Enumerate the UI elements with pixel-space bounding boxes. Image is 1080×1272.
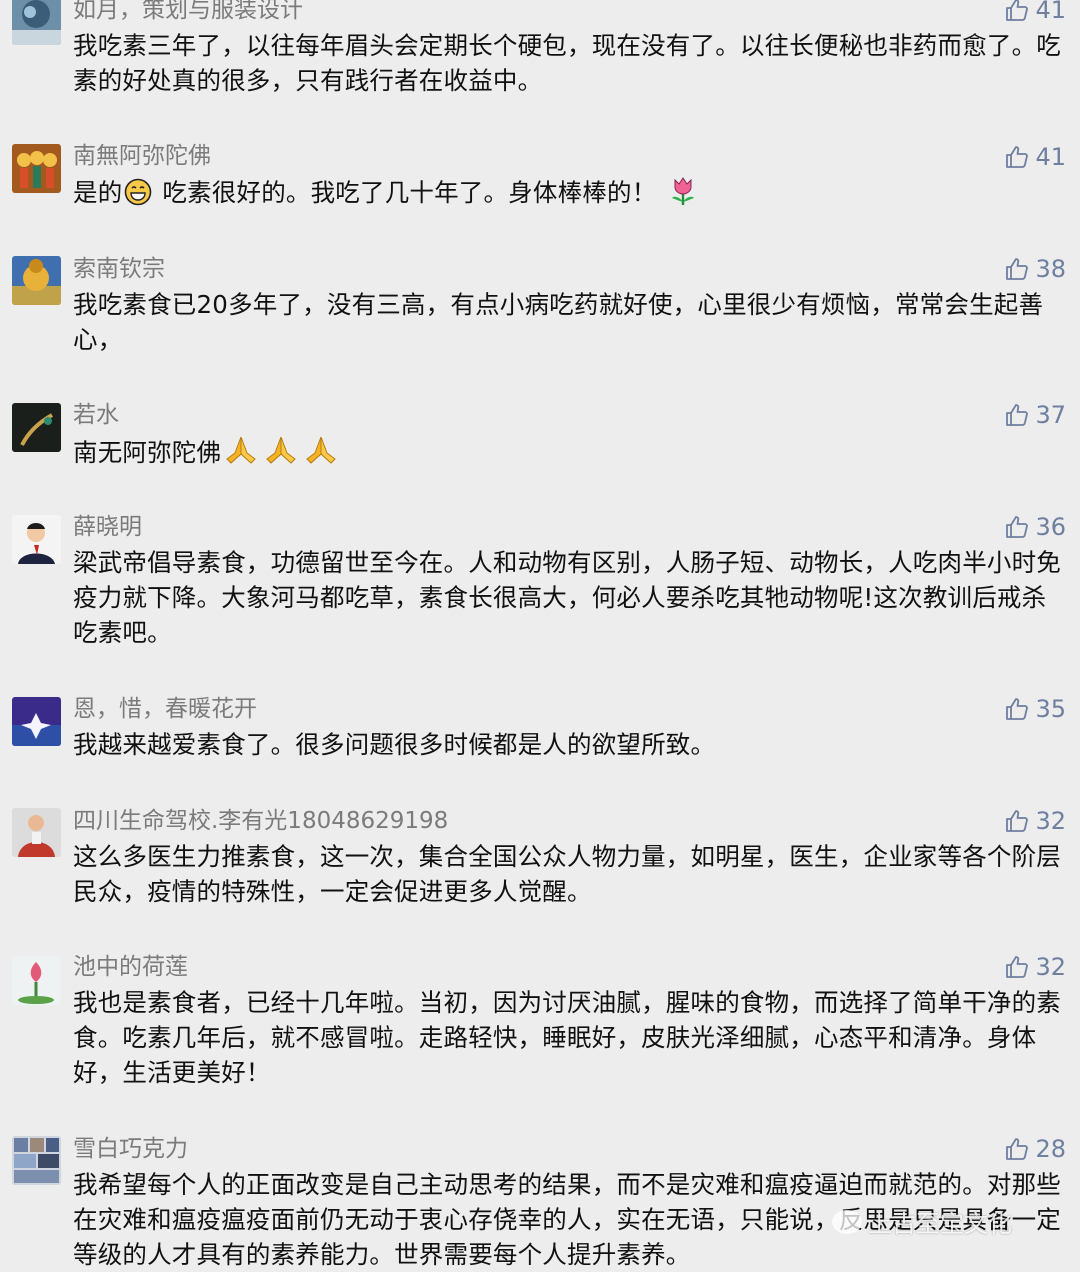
wechat-logo-icon	[832, 1209, 862, 1234]
comment-text-part: 南无阿弥陀佛	[73, 438, 222, 467]
folded-hands-icon	[303, 434, 339, 475]
thumbs-up-icon	[1006, 258, 1029, 280]
comment-text-part: 是的	[73, 178, 123, 207]
like-button[interactable]: 35	[1005, 694, 1066, 724]
thumbs-up-icon	[1006, 516, 1029, 538]
like-count: 32	[1035, 953, 1066, 981]
avatar[interactable]	[12, 1136, 61, 1185]
avatar[interactable]	[12, 808, 61, 857]
comment-text: 南无阿弥陀佛	[73, 434, 1063, 475]
thumbs-up-icon	[1006, 698, 1029, 720]
avatar[interactable]	[12, 0, 61, 45]
like-count: 36	[1035, 513, 1066, 541]
thumbs-up-icon	[1006, 956, 1029, 978]
avatar[interactable]	[12, 697, 61, 746]
like-button[interactable]: 28	[1005, 1134, 1066, 1164]
like-button[interactable]: 38	[1005, 254, 1066, 284]
comment-text: 我也是素食者，已经十几年啦。当初，因为讨厌油腻，腥味的食物，而选择了简单干净的素…	[73, 988, 1061, 1087]
comment-text: 这么多医生力推素食，这一次，集合全国公众人物力量，如明星，医生，企业家等各个阶层…	[73, 842, 1061, 906]
commenter-name[interactable]: 薛晓明	[73, 512, 142, 542]
comment-text: 我吃素食已20多年了，没有三高，有点小病吃药就好使，心里很少有烦恼，常常会生起善…	[73, 290, 1044, 354]
commenter-name[interactable]: 若水	[73, 400, 119, 430]
commenter-name[interactable]: 雪白巧克力	[73, 1134, 188, 1164]
like-button[interactable]: 32	[1005, 806, 1066, 836]
avatar[interactable]	[12, 515, 61, 564]
watermark-text: 上古至宝文化	[868, 1210, 1012, 1238]
avatar[interactable]	[12, 956, 61, 1005]
comment-text: 是的 吃素很好的。我吃了几十年了。身体棒棒的！	[73, 175, 1063, 215]
watermark: 上古至宝文化	[832, 1204, 1012, 1239]
commenter-name[interactable]: 索南钦宗	[73, 254, 165, 284]
tulip-icon	[670, 176, 696, 215]
grinning-face-icon	[124, 178, 152, 215]
thumbs-up-icon	[1006, 404, 1029, 426]
commenter-name[interactable]: 恩，惜，春暖花开	[73, 694, 257, 724]
thumbs-up-icon	[1006, 1138, 1029, 1160]
like-button[interactable]: 36	[1005, 512, 1066, 542]
comment-text-part: 吃素很好的。我吃了几十年了。身体棒棒的！	[154, 178, 657, 207]
like-count: 32	[1035, 807, 1066, 835]
like-button[interactable]: 37	[1005, 400, 1066, 430]
like-count: 41	[1035, 143, 1066, 171]
comment-text: 梁武帝倡导素食，功德留世至今在。人和动物有区别，人肠子短、动物长，人吃肉半小时免…	[73, 548, 1061, 647]
commenter-name[interactable]: 南無阿弥陀佛	[73, 141, 211, 171]
comment-text: 我越来越爱素食了。很多问题很多时候都是人的欲望所致。	[73, 730, 716, 759]
commenter-name[interactable]: 池中的荷莲	[73, 952, 188, 982]
thumbs-up-icon	[1006, 810, 1029, 832]
like-count: 38	[1035, 255, 1066, 283]
like-button[interactable]: 41	[1005, 142, 1066, 172]
avatar[interactable]	[12, 256, 61, 305]
comment-text: 我吃素三年了，以往每年眉头会定期长个硬包，现在没有了。以往长便秘也非药而愈了。吃…	[73, 31, 1061, 95]
like-count: 35	[1035, 695, 1066, 723]
folded-hands-icon	[263, 434, 299, 475]
commenter-name[interactable]: 四川生命驾校.李有光18048629198	[73, 806, 448, 836]
like-count: 28	[1035, 1135, 1066, 1163]
thumbs-up-icon	[1006, 146, 1029, 168]
avatar[interactable]	[12, 403, 61, 452]
thumbs-up-icon	[1006, 0, 1029, 21]
folded-hands-icon	[223, 434, 259, 475]
commenter-name[interactable]: 如月，策划与服装设计	[73, 0, 303, 25]
like-count: 41	[1035, 0, 1066, 24]
avatar[interactable]	[12, 144, 61, 193]
like-button[interactable]: 41	[1005, 0, 1066, 25]
like-count: 37	[1035, 401, 1066, 429]
like-button[interactable]: 32	[1005, 952, 1066, 982]
